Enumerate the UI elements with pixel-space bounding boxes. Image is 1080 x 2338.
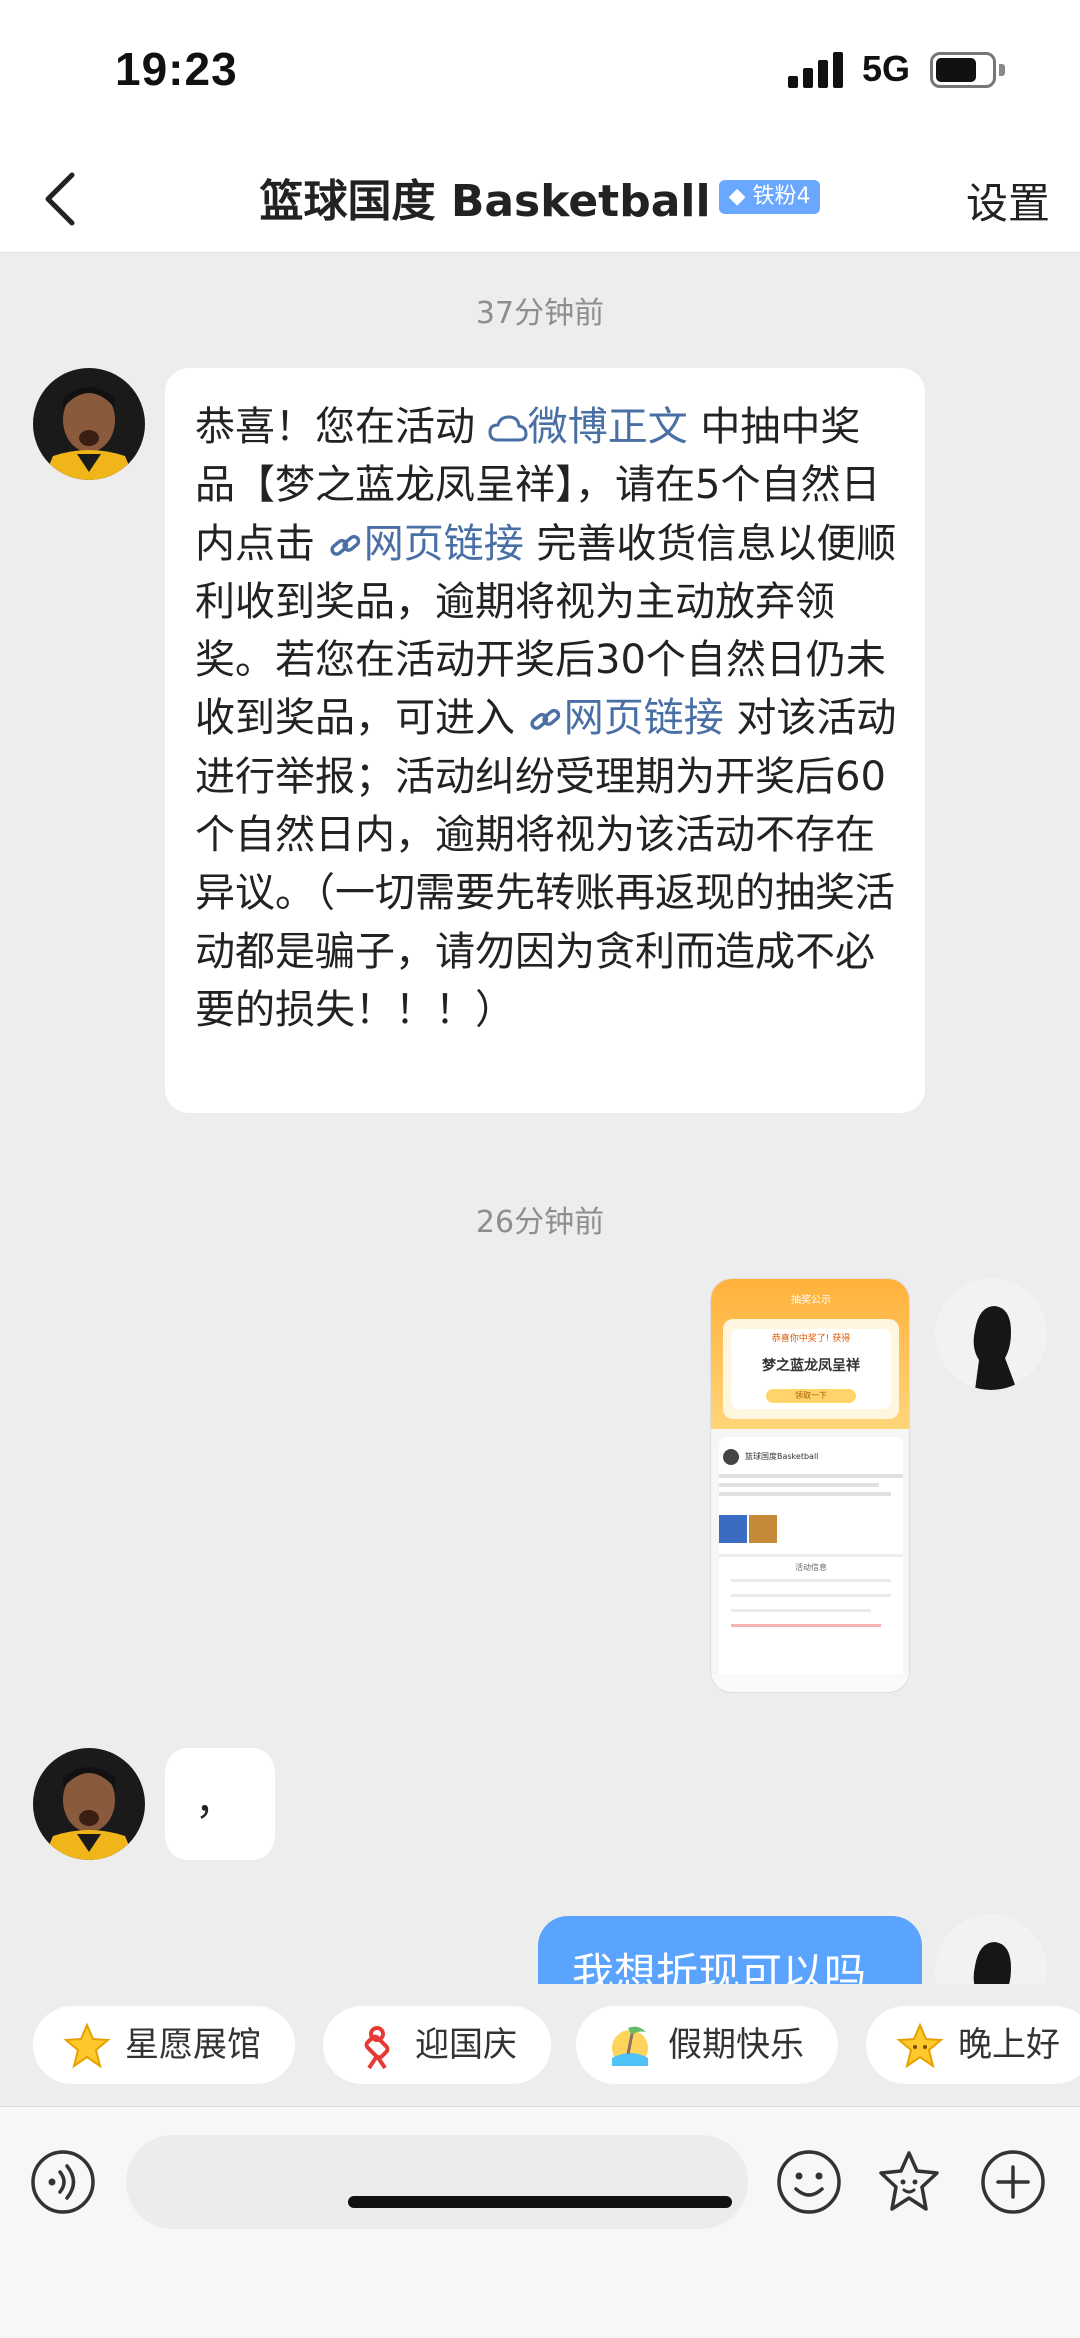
web-link[interactable]: 网页链接 — [528, 695, 724, 741]
quick-reply-chips: 星愿展馆 迎国庆 假期快乐 晚上好 — [0, 1990, 1080, 2100]
message-input[interactable] — [126, 2135, 748, 2229]
battery-icon — [930, 52, 1006, 88]
page-title: 篮球国度 Basketball — [259, 176, 711, 227]
plus-icon — [981, 2150, 1045, 2214]
image-section-text: 活动信息 — [795, 1563, 827, 1572]
cloud-icon — [488, 415, 528, 442]
beach-icon — [612, 2026, 648, 2066]
message-bubble-self: 我想折现可以吗 — [538, 1916, 922, 1984]
image-account-text: 篮球国度Basketball — [745, 1452, 819, 1461]
network-type: 5G — [862, 48, 911, 89]
avatar[interactable] — [33, 1748, 145, 1860]
image-button-text: 领取一下 — [795, 1391, 827, 1400]
star-icon — [63, 2022, 111, 2069]
chip-label: 星愿展馆 — [125, 2025, 261, 2065]
web-link[interactable]: 网页链接 — [328, 521, 524, 567]
sender-avatar-image — [33, 1748, 145, 1860]
timestamp: 37分钟前 — [475, 296, 605, 331]
link-icon — [530, 709, 560, 731]
diamond-icon: ◆ — [728, 184, 746, 209]
knot-icon — [364, 2026, 390, 2070]
web-link-label: 网页链接 — [563, 695, 724, 742]
voice-icon — [31, 2150, 95, 2214]
smiley-icon — [777, 2150, 841, 2214]
link-icon — [330, 534, 360, 556]
fan-badge: ◆ 铁粉4 — [718, 180, 821, 214]
image-header-text: 抽奖公示 — [791, 1295, 831, 1306]
user-avatar-image — [935, 1914, 1047, 1984]
avatar[interactable] — [935, 1914, 1047, 1984]
chat-title: 篮球国度 Basketball ◆ 铁粉4 — [0, 165, 1080, 229]
user-avatar-image — [935, 1278, 1047, 1390]
message-text: 恭喜！您在活动 微博正文 中抽中奖品【梦之蓝龙凤呈祥】，请在5个自然日内点击 网… — [195, 398, 897, 1039]
chat-clip-area: 我想折现可以吗 — [0, 1900, 1080, 1984]
avatar[interactable] — [935, 1278, 1047, 1390]
chip-national-day[interactable]: 迎国庆 — [323, 2006, 551, 2084]
chip-good-evening[interactable]: 晚上好 — [866, 2006, 1080, 2084]
chip-label: 假期快乐 — [668, 2025, 804, 2065]
message-bubble: ， — [165, 1748, 275, 1860]
chip-star-gallery[interactable]: 星愿展馆 — [33, 2006, 295, 2084]
sender-avatar-image — [33, 368, 145, 480]
chip-label: 迎国庆 — [415, 2025, 517, 2065]
message-bubble: 恭喜！您在活动 微博正文 中抽中奖品【梦之蓝龙凤呈祥】，请在5个自然日内点击 网… — [165, 368, 925, 1113]
input-bar — [0, 2106, 1080, 2338]
message-segment: 恭喜！您在活动 — [195, 404, 488, 450]
chat-header: 篮球国度 Basketball ◆ 铁粉4 设置 — [0, 145, 1080, 253]
weibo-post-link-label: 微博正文 — [527, 404, 688, 450]
status-time: 19:23 — [115, 43, 238, 95]
chip-holiday[interactable]: 假期快乐 — [576, 2006, 838, 2084]
signal-icon — [788, 52, 844, 88]
message-text: 我想折现可以吗 — [572, 1949, 867, 1984]
message-segment: 对该活动进行举报；活动纠纷受理期为开奖后60个自然日内，逾期将视为该活动不存在异… — [195, 695, 897, 1033]
home-indicator[interactable] — [348, 2196, 732, 2208]
sticker-button[interactable] — [876, 2149, 942, 2215]
star-icon — [896, 2022, 944, 2069]
fan-badge-label: 铁粉4 — [752, 184, 811, 209]
emoji-button[interactable] — [776, 2149, 842, 2215]
timestamp: 26分钟前 — [475, 1205, 605, 1240]
message-text: ， — [195, 1778, 235, 1824]
status-bar: 19:23 5G — [0, 0, 1080, 145]
more-button[interactable] — [980, 2149, 1046, 2215]
image-message[interactable]: 抽奖公示 恭喜你中奖了! 获得 梦之蓝龙凤呈祥 领取一下 篮球国度Basketb… — [710, 1278, 910, 1693]
image-prize-text: 梦之蓝龙凤呈祥 — [762, 1358, 860, 1374]
chip-label: 晚上好 — [958, 2025, 1060, 2065]
web-link-label: 网页链接 — [363, 520, 524, 567]
voice-button[interactable] — [30, 2149, 96, 2215]
weibo-post-link[interactable]: 微博正文 — [488, 404, 688, 450]
image-congrats-text: 恭喜你中奖了! 获得 — [771, 1334, 851, 1344]
settings-button[interactable]: 设置 — [966, 170, 1050, 231]
avatar[interactable] — [33, 368, 145, 480]
star-face-icon — [879, 2151, 939, 2211]
